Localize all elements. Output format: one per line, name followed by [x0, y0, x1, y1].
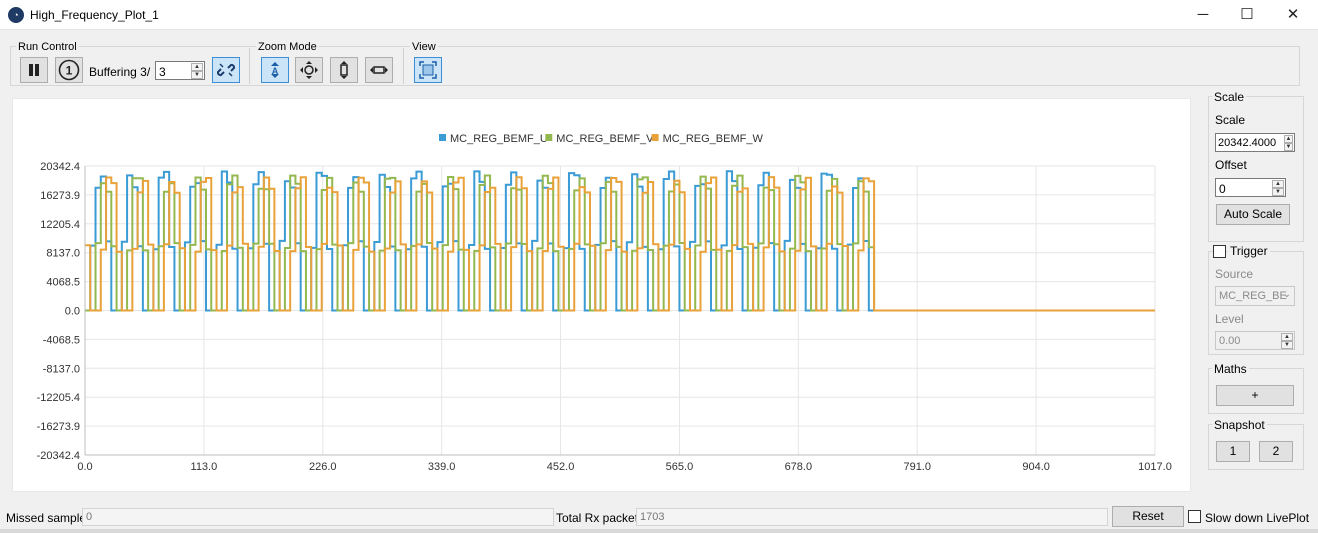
missed-samples-field: 0 — [82, 508, 554, 526]
y-tick-label: -20342.4 — [37, 450, 80, 462]
spin-down-icon[interactable]: ▼ — [1272, 188, 1284, 196]
buffering-label: Buffering 3/ — [89, 65, 151, 79]
link-toggle-button[interactable] — [212, 57, 240, 83]
trigger-label: Trigger — [1228, 244, 1270, 258]
y-tick-label: 0.0 — [65, 306, 80, 318]
level-label: Level — [1215, 312, 1244, 326]
maximize-button[interactable]: ☐ — [1224, 0, 1270, 30]
legend-swatch — [651, 134, 659, 141]
fit-view-button[interactable] — [414, 57, 442, 83]
spin-down-icon[interactable]: ▼ — [1281, 341, 1293, 349]
legend-entry: MC_REG_BEMF_V — [556, 133, 654, 145]
single-shot-icon: 1 — [58, 59, 80, 81]
zoom-xy-button[interactable] — [295, 57, 323, 83]
title-bar: ◔ High_Frequency_Plot_1 ─ ☐ ✕ — [0, 0, 1318, 30]
slow-down-label: Slow down LivePlot — [1205, 511, 1310, 525]
svg-text:A: A — [272, 66, 279, 76]
x-tick-label: 565.0 — [666, 461, 694, 473]
zoom-y-button[interactable] — [330, 57, 358, 83]
total-rx-field: 1703 — [636, 508, 1108, 526]
svg-text:1: 1 — [66, 64, 73, 78]
toolbar-separator — [403, 48, 404, 84]
y-tick-label: -12205.4 — [37, 392, 80, 404]
x-tick-label: 113.0 — [191, 461, 218, 473]
scale-group-title: Scale — [1212, 90, 1247, 104]
zoom-x-icon — [370, 66, 388, 74]
trigger-checkbox[interactable] — [1213, 245, 1226, 258]
run-control-label: Run Control — [16, 41, 79, 53]
zoom-xy-icon — [300, 61, 318, 79]
series-line-mc_reg_bemf_w — [85, 176, 1155, 312]
legend-swatch — [545, 134, 553, 141]
toolbar-separator — [249, 48, 250, 84]
legend-swatch — [439, 134, 446, 141]
minimize-button[interactable]: ─ — [1180, 0, 1226, 30]
x-tick-label: 1017.0 — [1138, 461, 1172, 473]
add-math-button[interactable]: + — [1216, 385, 1294, 406]
plot-panel[interactable]: 0.0 113.0 226.0 339.0 452.0 565.0 678.0 791.0 90… — [12, 98, 1191, 492]
x-tick-label: 452.0 — [547, 461, 575, 473]
total-rx-label: Total Rx packets — [556, 511, 645, 525]
offset-label: Offset — [1215, 158, 1247, 172]
spin-down-icon[interactable]: ▼ — [1284, 143, 1293, 151]
zoom-y-icon — [340, 61, 348, 79]
pause-button[interactable] — [20, 57, 48, 83]
fit-view-icon — [419, 61, 437, 79]
snapshot-1-button[interactable]: 1 — [1216, 441, 1250, 462]
x-tick-label: 226.0 — [309, 461, 337, 473]
spin-up-icon[interactable]: ▲ — [191, 63, 203, 71]
slow-down-checkbox[interactable] — [1188, 510, 1201, 523]
y-tick-label: 4068.5 — [46, 277, 80, 289]
y-tick-label: 12205.4 — [40, 219, 80, 231]
x-tick-label: 339.0 — [428, 461, 456, 473]
app-logo-icon: ◔ — [8, 7, 24, 23]
pause-icon — [29, 64, 39, 76]
x-tick-label: 0.0 — [77, 461, 92, 473]
line-chart[interactable]: 0.0 113.0 226.0 339.0 452.0 565.0 678.0 791.0 90… — [13, 99, 1192, 493]
legend-entry: MC_REG_BEMF_W — [663, 133, 764, 145]
auto-scale-button[interactable]: Auto Scale — [1216, 204, 1290, 225]
spin-up-icon[interactable]: ▲ — [1281, 333, 1293, 341]
spin-up-icon[interactable]: ▲ — [1272, 180, 1284, 188]
level-spinbox[interactable]: 0.00 ▲ ▼ — [1215, 331, 1295, 350]
single-shot-button[interactable]: 1 — [55, 57, 83, 83]
snapshot-title: Snapshot — [1212, 418, 1267, 432]
offset-spinbox[interactable]: 0 ▲ ▼ — [1215, 178, 1286, 197]
y-tick-label: -16273.9 — [37, 421, 80, 433]
y-tick-label: -8137.0 — [43, 363, 80, 375]
y-tick-label: 20342.4 — [40, 161, 80, 173]
y-tick-label: 16273.9 — [40, 190, 80, 202]
view-label: View — [410, 41, 438, 53]
source-label: Source — [1215, 267, 1254, 281]
close-button[interactable]: ✕ — [1270, 0, 1316, 30]
maths-title: Maths — [1212, 362, 1249, 376]
y-tick-label: -4068.5 — [43, 334, 80, 346]
scale-spinbox[interactable]: 20342.4000 ▲ ▼ — [1215, 133, 1295, 152]
x-tick-label: 678.0 — [785, 461, 813, 473]
x-tick-label: 904.0 — [1022, 461, 1050, 473]
y-tick-label: 8137.0 — [46, 248, 80, 260]
snapshot-2-button[interactable]: 2 — [1259, 441, 1293, 462]
zoom-mode-label: Zoom Mode — [256, 41, 319, 53]
zoom-auto-button[interactable]: A — [261, 57, 289, 83]
spin-down-icon[interactable]: ▼ — [191, 71, 203, 79]
bottom-edge — [0, 529, 1318, 533]
window-title: High_Frequency_Plot_1 — [30, 8, 159, 22]
reset-button[interactable]: Reset — [1112, 506, 1184, 527]
spin-up-icon[interactable]: ▲ — [1284, 135, 1293, 143]
x-tick-label: 791.0 — [903, 461, 931, 473]
scale-label: Scale — [1215, 113, 1246, 127]
legend-entry: MC_REG_BEMF_U — [450, 133, 548, 145]
source-combobox[interactable]: MC_REG_BE ⌄ — [1215, 286, 1295, 306]
zoom-x-button[interactable] — [365, 57, 393, 83]
missed-samples-label: Missed samples — [6, 511, 93, 525]
chevron-down-icon: ⌄ — [1282, 289, 1291, 300]
buffering-spinbox[interactable]: 3 ▲ ▼ — [155, 61, 205, 80]
broken-link-icon — [217, 63, 235, 77]
zoom-auto-icon: A — [271, 62, 279, 78]
